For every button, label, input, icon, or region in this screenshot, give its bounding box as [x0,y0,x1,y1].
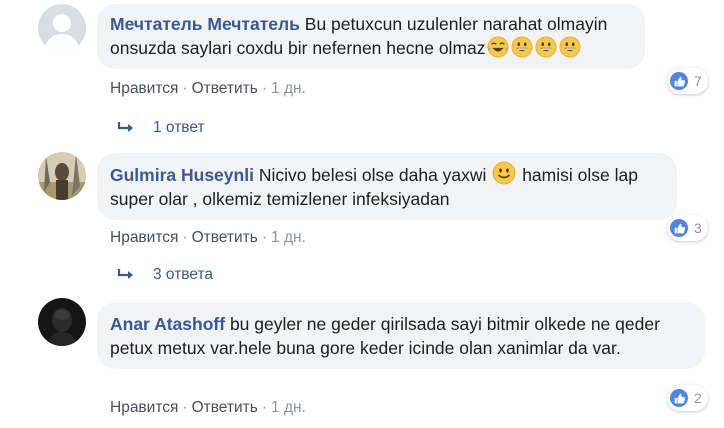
comment-bubble: Gulmira Huseynli Nicivo belesi olse daha… [97,153,677,220]
like-reaction-icon [670,72,688,90]
separator-dot: · [261,80,268,97]
comment-actions: Нравится · Ответить · 1 дн. [110,80,306,98]
comment-bubble: Мечтатель Мечтатель Bu petuxcun uzulenle… [97,4,645,69]
comment-timestamp[interactable]: 1 дн. [271,229,306,246]
comment-author[interactable]: Anar Atashoff [110,314,225,334]
comment-timestamp[interactable]: 1 дн. [271,399,306,416]
user-avatar[interactable] [38,152,86,200]
grinning-emoji-icon [511,36,532,58]
reaction-count: 3 [694,220,702,236]
profile-photo-icon [38,298,86,346]
grinning-emoji-icon [559,36,580,58]
slightly-smiling-emoji-icon [492,161,516,185]
reaction-count: 7 [694,73,702,89]
comment-author[interactable]: Мечтатель Мечтатель [110,14,300,34]
reply-link[interactable]: Ответить [192,80,258,97]
reaction-count-badge[interactable]: 3 [667,215,708,241]
view-replies-link[interactable]: 3 ответа [117,266,213,284]
tears-of-joy-emoji-icon [487,36,508,58]
user-avatar[interactable] [38,298,86,346]
replies-count-label[interactable]: 1 ответ [153,119,205,137]
like-link[interactable]: Нравится [110,399,178,416]
comment-actions: Нравится · Ответить · 1 дн. [110,399,306,417]
reaction-count-badge[interactable]: 7 [667,68,708,94]
default-avatar-icon [38,4,86,52]
reply-arrow-icon [117,121,135,135]
separator-dot: · [261,229,268,246]
grinning-emoji-icon [535,36,556,58]
profile-photo-icon [38,152,86,200]
reaction-count-badge[interactable]: 2 [667,385,708,411]
replies-count-label[interactable]: 3 ответа [153,266,213,284]
default-avatar[interactable] [38,4,86,52]
comment-author[interactable]: Gulmira Huseynli [110,165,254,185]
comment-actions: Нравится · Ответить · 1 дн. [110,229,306,247]
separator-dot: · [182,229,188,246]
reaction-count: 2 [694,390,702,406]
separator-dot: · [261,399,268,416]
like-link[interactable]: Нравится [110,229,178,246]
like-reaction-icon [670,219,688,237]
comment-text-part-1: Nicivo belesi olse daha yaxwi [258,165,487,185]
view-replies-link[interactable]: 1 ответ [117,119,205,137]
like-link[interactable]: Нравится [110,80,178,97]
reply-arrow-icon [117,268,135,282]
reply-link[interactable]: Ответить [192,229,258,246]
separator-dot: · [182,399,188,416]
separator-dot: · [182,80,188,97]
reply-link[interactable]: Ответить [192,399,258,416]
like-reaction-icon [670,389,688,407]
comment-timestamp[interactable]: 1 дн. [271,80,306,97]
comment-bubble: Anar Atashoff bu geyler ne geder qirilsa… [97,302,705,369]
